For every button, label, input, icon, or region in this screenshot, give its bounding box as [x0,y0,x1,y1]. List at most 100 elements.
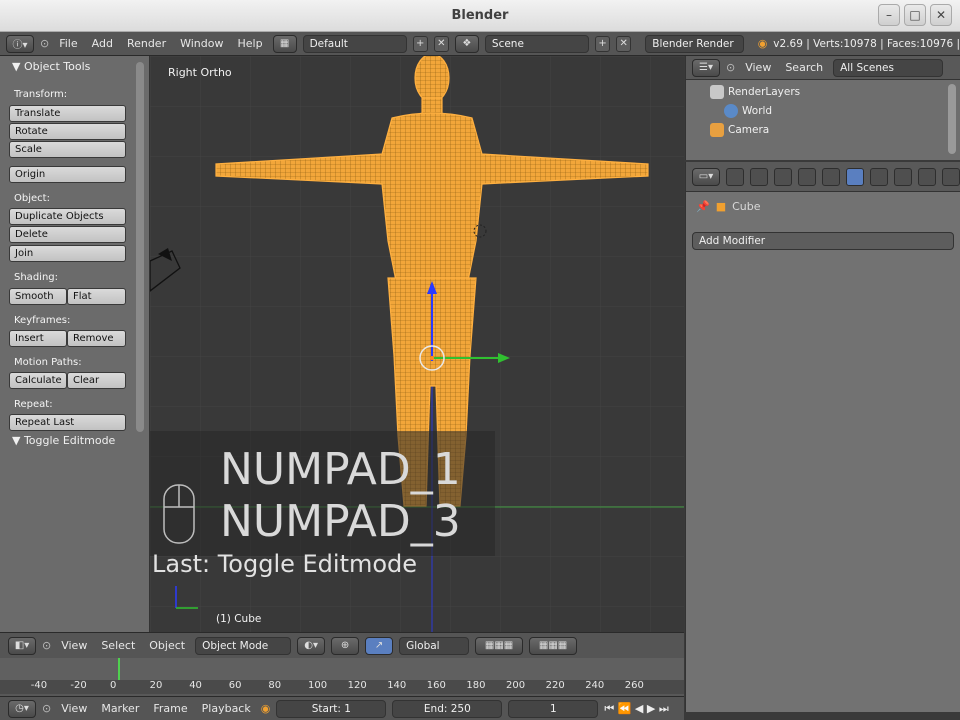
rotate-button[interactable]: Rotate [9,123,126,140]
vp-menu-select[interactable]: Select [97,639,139,652]
scene-field[interactable]: Scene [484,34,589,53]
vp-drag-icon[interactable]: ⊙ [42,639,51,652]
current-frame-marker[interactable] [118,658,120,680]
end-frame-field[interactable]: End: 250 [392,699,503,718]
record-icon[interactable]: ◉ [261,702,271,715]
info-editor-type-icon[interactable]: ⓘ▾ [6,34,34,53]
delete-button[interactable]: Delete [9,226,126,243]
mouse-icon [163,484,195,544]
tl-menu-view[interactable]: View [57,702,91,715]
timeline-tick-label: 220 [545,680,565,691]
tl-menu-marker[interactable]: Marker [97,702,143,715]
add-modifier-select[interactable]: Add Modifier [692,232,954,250]
screen-layout-icon[interactable]: ▦ [272,34,297,53]
smooth-button[interactable]: Smooth [9,288,67,305]
outliner-scrollbar[interactable] [948,84,956,154]
outliner-filter-select[interactable]: All Scenes [833,58,944,77]
mode-select[interactable]: Object Mode [195,636,292,655]
constraints-tab-icon[interactable] [822,167,840,186]
outliner-item-renderlayers[interactable]: RenderLayers [710,83,800,101]
outliner-editor-type-icon[interactable]: ☰▾ [692,58,720,77]
scale-button[interactable]: Scale [9,141,126,158]
close-icon[interactable]: ✕ [930,4,952,26]
layers-2-icon[interactable]: ▦▦▦ [529,636,578,655]
minimize-icon[interactable]: – [878,4,900,26]
vp-menu-object[interactable]: Object [145,639,189,652]
render-engine-select[interactable]: Blender Render [645,34,744,53]
object-tab-icon[interactable] [798,167,816,186]
3d-editor-type-icon[interactable]: ◧▾ [8,636,36,655]
render-tab-icon[interactable] [726,167,744,186]
properties-editor-type-icon[interactable]: ▭▾ [692,167,720,186]
object-tools-panel-header[interactable]: ▼ Object Tools [12,60,90,73]
scene-icon[interactable]: ❖ [454,34,479,53]
timeline-track[interactable] [0,658,684,680]
insert-keyframe-button[interactable]: Insert [9,330,67,347]
start-frame-field[interactable]: Start: 1 [276,699,387,718]
pin-icon[interactable]: 📌 [696,200,710,213]
tl-menu-playback[interactable]: Playback [198,702,255,715]
physics-tab-icon[interactable] [942,167,960,186]
timeline[interactable]: -40 -20 0 20 40 60 80 100 120 140 160 180 200 220 240 2… [0,658,684,696]
viewport-shading-icon[interactable]: ◐▾ [297,636,326,655]
world-tab-icon[interactable] [774,167,792,186]
timeline-tick-label: 40 [189,680,202,691]
outliner-item-camera[interactable]: Camera [710,121,769,139]
orientation-select[interactable]: Global [399,636,470,655]
timeline-tick-label: 260 [624,680,644,691]
menu-add[interactable]: Add [88,37,117,50]
timeline-tick-label: 20 [149,680,163,691]
texture-tab-icon[interactable] [918,167,936,186]
layers-icon[interactable]: ▦▦▦ [475,636,524,655]
add-scene-icon[interactable]: + [594,35,611,52]
outliner-item-world[interactable]: World [724,102,772,120]
outliner-menu-search[interactable]: Search [781,61,827,74]
timeline-editor-type-icon[interactable]: ◷▾ [8,699,36,718]
timeline-tick-label: 100 [308,680,328,691]
current-frame-field[interactable]: 1 [508,699,599,718]
transform-label: Transform: [14,89,68,100]
world-icon [724,104,738,118]
calculate-button[interactable]: Calculate [9,372,67,389]
tool-shelf-scrollbar[interactable] [136,62,144,432]
window-controls: – □ ✕ [878,4,952,26]
modifiers-tab-icon[interactable] [846,167,864,186]
manipulator-icon[interactable]: ↗ [365,636,394,655]
drag-handle-icon[interactable]: ⊙ [40,37,49,50]
scene-tab-icon[interactable] [750,167,768,186]
origin-button[interactable]: Origin [9,166,126,183]
remove-scene-icon[interactable]: ✕ [616,35,632,52]
screen-layout-field[interactable]: Default [302,34,407,53]
remove-keyframe-button[interactable]: Remove [67,330,126,347]
repeat-last-button[interactable]: Repeat Last [9,414,126,431]
toggle-editmode-panel-header[interactable]: ▼ Toggle Editmode [12,434,115,447]
outliner-menu-view[interactable]: View [741,61,775,74]
pivot-icon[interactable]: ⊕ [331,636,360,655]
playback-controls-icon[interactable]: ⏮ ⏪ ◀ ▶ ⏭ [604,702,668,716]
timeline-tick-label: 200 [506,680,526,691]
menu-file[interactable]: File [55,37,81,50]
3d-viewport[interactable]: Right Ortho NUMPAD_1 NUMPAD_3 Last: Togg… [150,56,684,632]
repeat-label: Repeat: [14,399,53,410]
info-header: ⓘ▾ ⊙ File Add Render Window Help ▦ Defau… [0,32,960,56]
translate-button[interactable]: Translate [9,105,126,122]
flat-button[interactable]: Flat [67,288,126,305]
add-screen-icon[interactable]: + [412,35,428,52]
remove-screen-icon[interactable]: ✕ [433,35,449,52]
menu-window[interactable]: Window [176,37,227,50]
join-button[interactable]: Join [9,245,126,262]
timeline-tick-label: 180 [466,680,486,691]
clear-button[interactable]: Clear [67,372,126,389]
duplicate-objects-button[interactable]: Duplicate Objects [9,208,126,225]
tl-menu-frame[interactable]: Frame [149,702,191,715]
menu-render[interactable]: Render [123,37,170,50]
3d-view-header: ◧▾ ⊙ View Select Object Object Mode ◐▾ ⊕… [0,632,684,658]
context-object-label: Cube [732,200,761,213]
material-tab-icon[interactable] [894,167,912,186]
maximize-icon[interactable]: □ [904,4,926,26]
outliner-drag-icon[interactable]: ⊙ [726,61,735,74]
menu-help[interactable]: Help [233,37,266,50]
vp-menu-view[interactable]: View [57,639,91,652]
tl-drag-icon[interactable]: ⊙ [42,702,51,715]
data-tab-icon[interactable] [870,167,888,186]
